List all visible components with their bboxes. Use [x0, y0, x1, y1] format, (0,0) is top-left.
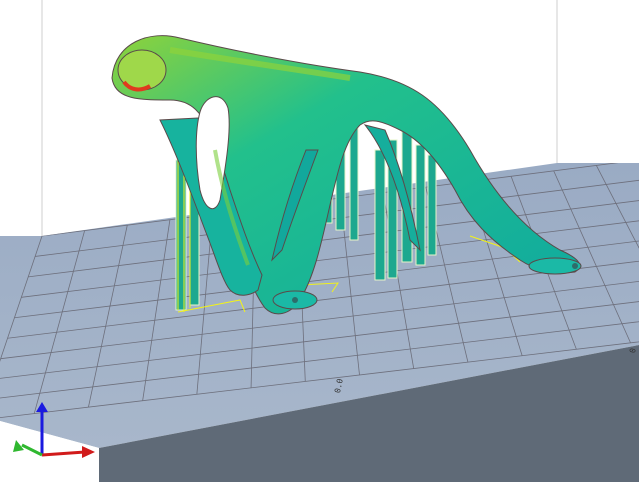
3d-viewport[interactable]: 0.0 0 [0, 0, 639, 482]
scene-canvas[interactable] [0, 0, 639, 482]
